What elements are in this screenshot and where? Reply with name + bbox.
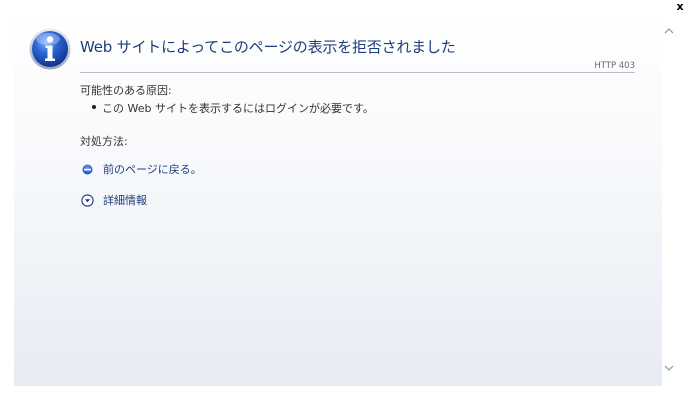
title-divider [80, 72, 635, 73]
content-pane: Web サイトによってこのページの表示を拒否されました HTTP 403 可能性… [14, 13, 662, 386]
expand-chevron-icon [81, 193, 94, 207]
more-info-action[interactable]: 詳細情報 [81, 192, 147, 208]
vertical-scrollbar[interactable] [662, 13, 676, 386]
error-window: x Web サイトによってこのページの表示を拒否されました HTTP 403 可… [0, 0, 690, 401]
info-icon [29, 28, 71, 70]
back-link[interactable]: 前のページに戻る。 [103, 161, 202, 177]
cause-item: この Web サイトを表示するにはログインが必要です。 [102, 102, 374, 115]
causes-heading: 可能性のある原因: [80, 84, 172, 97]
back-bullet-icon [82, 164, 93, 174]
more-info-link[interactable]: 詳細情報 [103, 192, 147, 208]
close-button[interactable]: x [673, 0, 687, 14]
page-title: Web サイトによってこのページの表示を拒否されました [80, 38, 456, 56]
chevron-up-icon[interactable] [663, 25, 675, 37]
back-action[interactable]: 前のページに戻る。 [81, 161, 202, 177]
bullet-icon [92, 105, 96, 109]
http-status-code: HTTP 403 [594, 61, 635, 71]
chevron-down-icon[interactable] [663, 362, 675, 374]
solutions-heading: 対処方法: [80, 135, 128, 148]
